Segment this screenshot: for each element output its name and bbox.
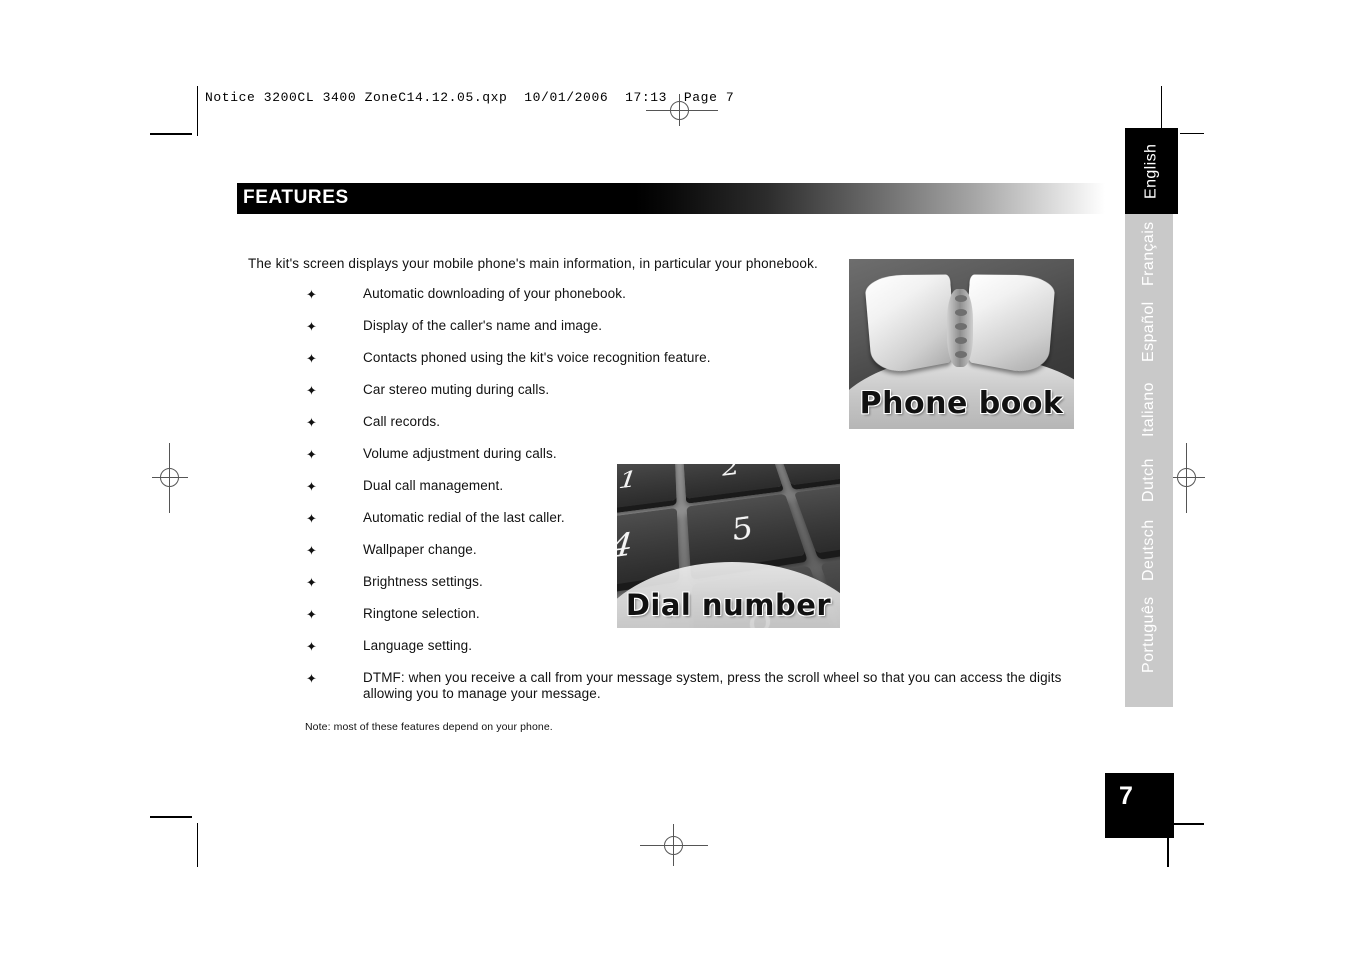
book-binding-notch — [955, 337, 967, 344]
crop-mark-bottom-left-vertical — [197, 823, 198, 867]
language-tab-label: Português — [1140, 596, 1157, 674]
book-binding-notch — [955, 323, 967, 330]
bullet-diamond-icon: ✦ — [306, 511, 317, 526]
keypad-key: 5 — [686, 493, 806, 573]
language-tab-label: Italiano — [1140, 382, 1157, 438]
language-tab-portugues[interactable]: Português — [1125, 589, 1173, 681]
registration-mark-left — [152, 443, 188, 513]
language-tab-italiano[interactable]: Italiano — [1125, 371, 1173, 449]
language-tab-label: Deutsch — [1140, 519, 1157, 581]
language-tab-dutch[interactable]: Dutch — [1125, 449, 1173, 511]
crop-mark-top-right-horizontal — [1180, 133, 1204, 134]
list-item: ✦ DTMF: when you receive a call from you… — [248, 670, 1108, 718]
book-page-right — [963, 274, 1057, 377]
language-tab-label: Dutch — [1140, 458, 1157, 502]
list-item-label: DTMF: when you receive a call from your … — [363, 670, 1062, 701]
crop-mark-bottom-right-horizontal — [1172, 823, 1204, 825]
bullet-diamond-icon: ✦ — [306, 447, 317, 462]
bullet-diamond-icon: ✦ — [306, 671, 317, 686]
banner-gradient-block — [635, 183, 1105, 214]
bullet-diamond-icon: ✦ — [306, 287, 317, 302]
bullet-diamond-icon: ✦ — [306, 639, 317, 654]
language-tab-deutsch[interactable]: Deutsch — [1125, 511, 1173, 589]
registration-mark-right — [1169, 443, 1205, 513]
bullet-diamond-icon: ✦ — [306, 319, 317, 334]
crop-mark-top-left-horizontal — [150, 133, 192, 135]
language-tab-label: Français — [1140, 221, 1157, 287]
page-title: FEATURES — [243, 187, 349, 208]
keypad-key: 3 — [775, 464, 840, 486]
registration-mark-bottom — [640, 824, 708, 866]
intro-paragraph: The kit's screen displays your mobile ph… — [248, 256, 818, 271]
language-tab-label: Español — [1140, 301, 1157, 363]
crop-mark-top-left-vertical — [197, 86, 198, 136]
footnote-text: Note: most of these features depend on y… — [305, 721, 553, 733]
book-binding-notch — [955, 351, 967, 358]
bullet-diamond-icon: ✦ — [306, 575, 317, 590]
bullet-diamond-icon: ✦ — [306, 351, 317, 366]
open-book-icon — [863, 274, 1057, 377]
book-binding-notch — [955, 309, 967, 316]
keypad-key: 2 — [683, 464, 783, 499]
crop-mark-top-right-vertical — [1161, 86, 1162, 132]
bullet-diamond-icon: ✦ — [306, 607, 317, 622]
phonebook-caption: Phone book — [859, 386, 1064, 421]
bullet-diamond-icon: ✦ — [306, 543, 317, 558]
page-number-label: 7 — [1119, 782, 1133, 810]
page-number-badge: 7 — [1105, 773, 1174, 838]
list-item: ✦ Language setting. — [248, 638, 1108, 670]
bullet-diamond-icon: ✦ — [306, 479, 317, 494]
keypad-key: 1 — [617, 464, 677, 514]
bullet-diamond-icon: ✦ — [306, 383, 317, 398]
bullet-diamond-icon: ✦ — [306, 415, 317, 430]
proof-header-text: Notice 3200CL 3400 ZoneC14.12.05.qxp 10/… — [205, 90, 735, 105]
dial-number-caption: Dial number — [625, 588, 832, 622]
section-banner — [237, 183, 1105, 214]
language-tab-english[interactable]: English — [1125, 128, 1178, 214]
dial-number-figure: 1 2 3 4 5 6 8 9 Dial number — [617, 464, 840, 628]
phonebook-figure: Phone book — [849, 259, 1074, 429]
language-tab-espanol[interactable]: Español — [1125, 293, 1173, 371]
language-tab-label: English — [1142, 143, 1160, 199]
language-tab-francais[interactable]: Français — [1125, 215, 1173, 293]
list-item-label: Language setting. — [363, 638, 473, 653]
book-binding-notch — [955, 295, 967, 302]
book-page-left — [863, 274, 957, 377]
crop-mark-bottom-left-horizontal — [150, 816, 192, 818]
list-item-label: Volume adjustment during calls. — [363, 446, 557, 461]
